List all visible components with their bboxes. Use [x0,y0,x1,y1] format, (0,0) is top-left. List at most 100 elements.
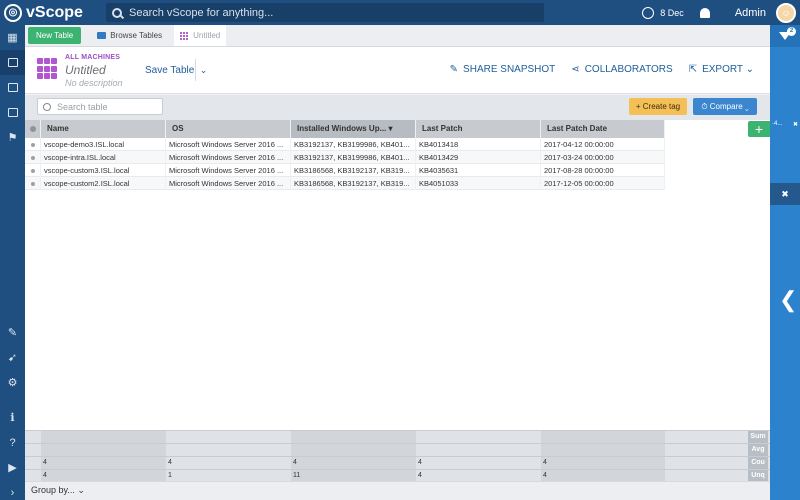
cell-last-patch-date[interactable]: 2017-04-12 00:00:00 [541,138,665,151]
table-search-input[interactable]: Search table [37,98,163,115]
tab-untitled[interactable]: Untitled [174,25,227,46]
search-icon [112,7,122,18]
agg-unique-patch: 4 [418,472,422,479]
filter-chip-label: ·4... [772,121,783,127]
row-select[interactable] [25,164,41,177]
create-tag-button[interactable]: + Create tag [629,98,687,115]
cell-os[interactable]: Microsoft Windows Server 2016 ... [166,164,291,177]
share-snapshot-button[interactable]: ✎ SHARE SNAPSHOT [450,64,556,75]
search-icon [43,102,51,111]
expand-icon[interactable]: › [0,480,25,500]
table-info: ALL MACHINES Untitled No description [65,54,123,88]
agg-count-date: 4 [543,459,547,466]
new-table-button[interactable]: New Table [28,27,82,44]
table-search-placeholder: Search table [57,101,108,112]
cell-last-patch-date[interactable]: 2017-12-05 00:00:00 [541,177,665,190]
data-table: Name OS Installed Windows Up... ▾ Last P… [25,120,770,430]
cell-os[interactable]: Microsoft Windows Server 2016 ... [166,138,291,151]
cell-last-patch[interactable]: KB4013418 [416,138,541,151]
image-icon[interactable] [0,100,25,125]
app-logo[interactable]: ◎ vScope [0,0,100,25]
rocket-icon[interactable]: ➹ [0,345,25,370]
tabs-row: New Table Browse Tables Untitled [25,25,770,47]
row-select[interactable] [25,177,41,190]
cell-last-patch[interactable]: KB4051033 [416,177,541,190]
row-select[interactable] [25,138,41,151]
cell-name[interactable]: vscope-demo3.ISL.local [41,138,166,151]
table-category: ALL MACHINES [65,54,121,61]
table-title[interactable]: Untitled [65,63,123,77]
compare-button[interactable]: ⏱ Compare ⌄ [693,98,757,115]
export-button[interactable]: ⇱ EXPORT ⌄ [689,64,754,75]
date-text: 8 Dec [660,7,684,18]
window-icon[interactable] [0,75,25,100]
cell-name[interactable]: vscope-custom2.ISL.local [41,177,166,190]
cell-last-patch-date[interactable]: 2017-03-24 00:00:00 [541,151,665,164]
agg-count-name: 4 [43,459,47,466]
select-all-checkbox[interactable] [25,120,41,138]
cell-updates[interactable]: KB3192137, KB3199986, KB401... [291,138,416,151]
agg-label-count[interactable]: Cou [748,457,768,469]
bell-icon[interactable] [699,7,710,18]
avatar[interactable]: ☺ [776,2,796,23]
group-by-select[interactable]: Group by... ⌄ [31,485,85,496]
filter-chip[interactable]: ·4... ✖ [770,121,800,131]
row-select[interactable] [25,151,41,164]
column-header-os[interactable]: OS [166,120,291,138]
folder-icon [97,32,107,39]
cell-os[interactable]: Microsoft Windows Server 2016 ... [166,177,291,190]
video-icon[interactable]: ▶ [0,455,25,480]
agg-label-avg[interactable]: Avg [748,444,768,456]
tab-browse-tables[interactable]: Browse Tables [97,31,162,40]
dashboard-icon[interactable]: ▦ [0,25,25,50]
table-header: ALL MACHINES Untitled No description Sav… [25,47,770,94]
cell-name[interactable]: vscope-custom3.ISL.local [41,164,166,177]
column-header-name[interactable]: Name [41,120,166,138]
table-header-row: Name OS Installed Windows Up... ▾ Last P… [25,120,665,138]
cell-updates[interactable]: KB3192137, KB3199986, KB401... [291,151,416,164]
date-indicator[interactable]: 8 Dec [642,6,684,19]
cell-updates[interactable]: KB3186568, KB3192137, KB319... [291,177,416,190]
filter-count-badge: 2 [787,27,796,36]
save-table-button[interactable]: Save Table [145,65,194,76]
info-icon[interactable]: ℹ [0,405,25,430]
collaborators-button[interactable]: ⋖ COLLABORATORS [571,64,672,75]
gear-icon[interactable]: ⚙ [0,370,25,395]
share-icon: ⋖ [571,64,580,75]
cell-last-patch-date[interactable]: 2017-08-28 00:00:00 [541,164,665,177]
table-row[interactable]: vscope-custom3.ISL.local Microsoft Windo… [25,164,665,177]
header-actions: ✎ SHARE SNAPSHOT ⋖ COLLABORATORS ⇱ EXPOR… [450,64,770,75]
global-search-input[interactable]: Search vScope for anything... [106,3,544,22]
close-icon[interactable]: ✖ [793,121,798,131]
column-header-last-patch-date[interactable]: Last Patch Date [541,120,665,138]
tab-untitled-label: Untitled [193,31,221,40]
logo-text: vScope [26,3,83,21]
collaborators-label: COLLABORATORS [584,64,673,75]
column-header-installed-updates[interactable]: Installed Windows Up... ▾ [291,120,416,138]
cell-last-patch[interactable]: KB4013429 [416,151,541,164]
aggregate-footer: Sum Avg 4 4 4 4 4 Cou 4 1 11 4 4 Unq [25,430,770,482]
table-row[interactable]: vscope-intra.ISL.local Microsoft Windows… [25,151,665,164]
cell-updates[interactable]: KB3186568, KB3192137, KB319... [291,164,416,177]
filter-panel-close[interactable]: ✖ [770,183,800,205]
filter-button[interactable]: 2 [770,25,800,47]
collapse-chevron-left-icon[interactable]: ❮ [779,287,797,313]
table-row[interactable]: vscope-demo3.ISL.local Microsoft Windows… [25,138,665,151]
save-options-chevron-down-icon[interactable]: ⌄ [195,59,211,81]
agg-count-updates: 4 [293,459,297,466]
help-icon[interactable]: ? [0,430,25,455]
cell-last-patch[interactable]: KB4035631 [416,164,541,177]
agg-label-sum[interactable]: Sum [748,431,768,443]
column-header-last-patch[interactable]: Last Patch [416,120,541,138]
add-column-button[interactable]: + [748,121,770,137]
cell-name[interactable]: vscope-intra.ISL.local [41,151,166,164]
global-search-placeholder: Search vScope for anything... [129,6,274,19]
table-icon[interactable] [0,50,25,75]
agg-count-patch: 4 [418,459,422,466]
user-name[interactable]: Admin [735,7,766,19]
edit-icon[interactable]: ✎ [0,320,25,345]
table-row[interactable]: vscope-custom2.ISL.local Microsoft Windo… [25,177,665,190]
table-description[interactable]: No description [65,78,123,88]
flag-icon[interactable]: ⚑ [0,125,25,150]
cell-os[interactable]: Microsoft Windows Server 2016 ... [166,151,291,164]
